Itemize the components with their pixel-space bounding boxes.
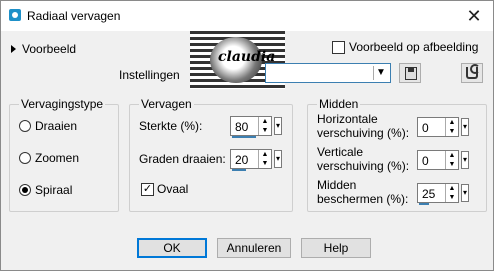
dialog-window: Radiaal vervagen ✕ Voorbeeld claudia Voo… [0, 0, 494, 271]
radio-zoomen[interactable] [19, 152, 31, 164]
protect-slider-dropdown[interactable]: ▾ [461, 184, 469, 202]
protect-stepper[interactable]: ▲ ▼ [445, 184, 458, 202]
radio-spiraal[interactable] [19, 184, 31, 196]
rotate-slider-fill [232, 169, 246, 171]
h-offset-label-line2: verschuiving (%): [317, 126, 410, 140]
strength-spinner[interactable]: 80 ▲ ▼ [230, 116, 272, 138]
window-title: Radiaal vervagen [27, 9, 121, 23]
settings-label: Instellingen [119, 68, 180, 82]
radio-zoomen-label: Zoomen [35, 151, 80, 165]
v-offset-stepper[interactable]: ▲ ▼ [445, 151, 458, 169]
protect-slider-fill [419, 203, 429, 205]
preview-toggle-label: Voorbeeld [22, 41, 77, 56]
strength-stepper[interactable]: ▲ ▼ [258, 117, 271, 135]
chevron-down-icon[interactable]: ▼ [373, 66, 388, 80]
h-offset-value: 0 [422, 121, 429, 135]
save-preset-button[interactable] [399, 63, 421, 83]
v-offset-label-line2: verschuiving (%): [317, 159, 410, 173]
oval-label: Ovaal [157, 182, 189, 196]
save-icon [405, 67, 417, 80]
h-offset-slider-dropdown[interactable]: ▾ [461, 118, 469, 136]
center-group-title: Midden [317, 97, 361, 111]
h-offset-stepper[interactable]: ▲ ▼ [445, 118, 458, 136]
preview-on-image-label: Voorbeeld op afbeelding [349, 40, 479, 54]
v-offset-slider-dropdown[interactable]: ▾ [461, 151, 469, 169]
title-bar: Radiaal vervagen ✕ [1, 1, 493, 31]
radio-draaien[interactable] [19, 120, 31, 132]
settings-dropdown[interactable]: ▼ [265, 63, 391, 83]
arrow-down-icon[interactable]: ▼ [446, 160, 458, 169]
oval-checkbox[interactable]: ✓ [141, 183, 154, 196]
arrow-up-icon[interactable]: ▲ [446, 184, 458, 193]
radio-spiraal-label: Spiraal [35, 183, 73, 197]
expand-arrow-icon [11, 44, 16, 53]
preview-on-image-checkbox[interactable] [332, 41, 345, 54]
strength-slider-dropdown[interactable]: ▾ [274, 117, 282, 135]
arrow-down-icon[interactable]: ▼ [259, 159, 271, 168]
h-offset-label-line1: Horizontale [317, 112, 378, 126]
help-button[interactable]: Help [301, 238, 371, 258]
ok-button[interactable]: OK [137, 238, 207, 258]
reset-icon [466, 64, 480, 79]
arrow-up-icon[interactable]: ▲ [259, 117, 271, 126]
rotate-spinner[interactable]: 20 ▲ ▼ [230, 149, 272, 171]
blur-type-title: Vervagingstype [19, 97, 106, 111]
v-offset-value: 0 [422, 154, 429, 168]
strength-slider-fill [232, 136, 256, 138]
arrow-down-icon[interactable]: ▼ [259, 126, 271, 135]
v-offset-spinner[interactable]: 0 ▲ ▼ [417, 150, 459, 170]
arrow-up-icon[interactable]: ▲ [446, 118, 458, 127]
arrow-down-icon[interactable]: ▼ [446, 127, 458, 136]
rotate-label: Graden draaien: [139, 152, 226, 166]
close-icon[interactable]: ✕ [463, 5, 485, 27]
h-offset-spinner[interactable]: 0 ▲ ▼ [417, 117, 459, 137]
preview-toggle[interactable]: Voorbeeld [11, 41, 76, 56]
reset-button[interactable] [461, 63, 483, 83]
rotate-stepper[interactable]: ▲ ▼ [258, 150, 271, 168]
v-offset-label-line1: Verticale [317, 145, 364, 159]
radio-draaien-label: Draaien [35, 119, 78, 133]
protect-label-line2: beschermen (%): [317, 192, 409, 206]
arrow-up-icon[interactable]: ▲ [446, 151, 458, 160]
rotate-slider-dropdown[interactable]: ▾ [274, 150, 282, 168]
strength-value: 80 [235, 120, 249, 134]
arrow-up-icon[interactable]: ▲ [259, 150, 271, 159]
protect-label-line1: Midden [317, 178, 357, 192]
app-icon [9, 9, 21, 21]
cancel-button[interactable]: Annuleren [217, 238, 291, 258]
rotate-value: 20 [235, 153, 249, 167]
blur-group-title: Vervagen [139, 97, 194, 111]
protect-spinner[interactable]: 25 ▲ ▼ [417, 183, 459, 205]
protect-value: 25 [422, 187, 436, 201]
arrow-down-icon[interactable]: ▼ [446, 193, 458, 202]
strength-label: Sterkte (%): [139, 119, 203, 133]
